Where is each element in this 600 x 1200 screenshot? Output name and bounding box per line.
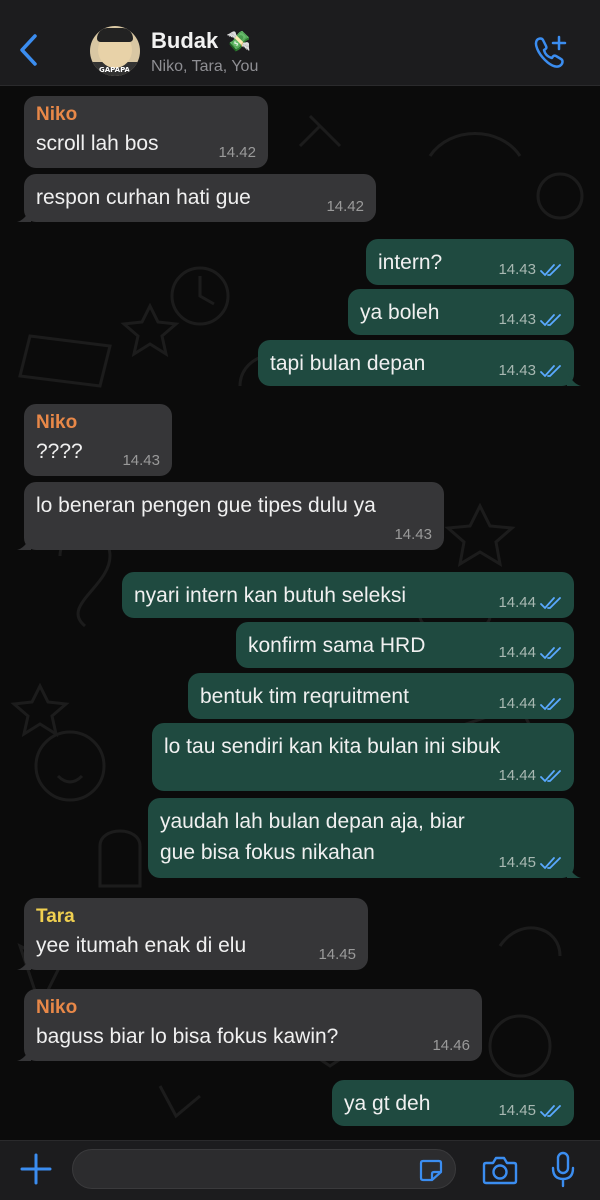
add-call-icon[interactable]	[530, 34, 568, 70]
message-bubble-incoming[interactable]: lo beneran pengen gue tipes dulu ya 14.4…	[17, 482, 444, 550]
message-time: 14.43	[498, 311, 562, 328]
group-members[interactable]: Niko, Tara, You	[151, 58, 258, 76]
message-bubble-incoming[interactable]: Niko baguss biar lo bisa fokus kawin? 14…	[17, 989, 482, 1061]
bubble-tail	[17, 956, 31, 970]
message-bubble-outgoing[interactable]: bentuk tim reqruitment 14.44	[188, 673, 574, 719]
sender-name[interactable]: Niko	[36, 997, 470, 1019]
message-text: ya boleh	[360, 301, 440, 324]
message-text: yee itumah enak di elu	[36, 934, 247, 957]
message-text: lo beneran pengen gue tipes dulu ya	[36, 494, 376, 517]
message-time: 14.44	[498, 695, 562, 712]
camera-icon[interactable]	[482, 1155, 518, 1185]
message-time: 14.44	[498, 767, 562, 784]
double-check-icon	[540, 596, 561, 609]
message-bubble-incoming[interactable]: Niko scroll lah bos 14.42	[24, 96, 268, 168]
double-check-icon	[540, 263, 561, 276]
message-text: konfirm sama HRD	[248, 634, 426, 657]
bubble-tail	[567, 372, 581, 386]
message-time: 14.46	[432, 1037, 470, 1054]
message-bubble-outgoing[interactable]: nyari intern kan butuh seleksi 14.44	[122, 572, 574, 618]
bubble-tail	[17, 536, 31, 550]
double-check-icon	[540, 313, 561, 326]
message-text: scroll lah bos	[36, 132, 159, 155]
message-bubble-outgoing[interactable]: intern? 14.43	[366, 239, 574, 285]
message-text: nyari intern kan butuh seleksi	[134, 584, 406, 607]
message-bubble-incoming[interactable]: Tara yee itumah enak di elu 14.45	[17, 898, 368, 970]
group-avatar[interactable]: GAPAPA	[90, 26, 140, 76]
message-bubble-outgoing[interactable]: lo tau sendiri kan kita bulan ini sibuk …	[152, 723, 574, 791]
message-text: bentuk tim reqruitment	[200, 685, 409, 708]
message-text: lo tau sendiri kan kita bulan ini sibuk	[164, 735, 501, 758]
bubble-tail	[17, 1047, 31, 1061]
message-time: 14.45	[498, 854, 562, 871]
message-time: 14.43	[498, 261, 562, 278]
double-check-icon	[540, 1104, 561, 1117]
group-title[interactable]: Budak 💸	[151, 28, 251, 54]
sender-name[interactable]: Niko	[36, 412, 160, 434]
double-check-icon	[540, 856, 561, 869]
sender-name[interactable]: Niko	[36, 104, 256, 126]
double-check-icon	[540, 364, 561, 377]
double-check-icon	[540, 646, 561, 659]
message-bubble-outgoing[interactable]: tapi bulan depan 14.43	[258, 340, 581, 386]
chat-header: GAPAPA Budak 💸 Niko, Tara, You	[0, 0, 600, 86]
message-time: 14.42	[326, 198, 364, 215]
message-bubble-incoming[interactable]: Niko ???? 14.43	[24, 404, 172, 476]
message-bubble-outgoing[interactable]: ya gt deh 14.45	[332, 1080, 574, 1126]
message-time: 14.42	[218, 144, 256, 161]
message-time: 14.45	[498, 1102, 562, 1119]
message-time: 14.45	[318, 946, 356, 963]
group-name: Budak	[151, 28, 219, 53]
money-emoji: 💸	[226, 30, 252, 53]
double-check-icon	[540, 769, 561, 782]
avatar-tag: GAPAPA	[99, 66, 130, 74]
bubble-tail	[567, 864, 581, 878]
double-check-icon	[540, 697, 561, 710]
message-text: tapi bulan depan	[270, 352, 426, 375]
message-time: 14.43	[498, 362, 562, 379]
chevron-left-icon	[20, 34, 37, 66]
message-text: respon curhan hati gue	[36, 186, 251, 209]
message-text: baguss biar lo bisa fokus kawin?	[36, 1025, 339, 1048]
bubble-tail	[17, 208, 31, 222]
back-button[interactable]	[14, 30, 44, 70]
message-text: intern?	[378, 251, 443, 274]
message-time: 14.43	[394, 526, 432, 543]
plus-icon[interactable]	[18, 1151, 54, 1187]
message-text: ????	[36, 440, 83, 463]
message-time: 14.44	[498, 644, 562, 661]
message-bubble-outgoing[interactable]: ya boleh 14.43	[348, 289, 574, 335]
message-input[interactable]	[72, 1149, 456, 1189]
message-time: 14.44	[498, 594, 562, 611]
microphone-icon[interactable]	[550, 1151, 576, 1189]
message-text: ya gt deh	[344, 1092, 431, 1115]
message-list[interactable]: Niko scroll lah bos 14.42 respon curhan …	[0, 86, 600, 1140]
message-bubble-incoming[interactable]: respon curhan hati gue 14.42	[17, 174, 376, 222]
message-time: 14.43	[122, 452, 160, 469]
message-bubble-outgoing[interactable]: konfirm sama HRD 14.44	[236, 622, 574, 668]
composer-bar	[0, 1140, 600, 1200]
message-bubble-outgoing[interactable]: yaudah lah bulan depan aja, biar gue bis…	[148, 798, 581, 878]
sticker-icon[interactable]	[418, 1158, 444, 1182]
sender-name[interactable]: Tara	[36, 906, 356, 928]
message-text: yaudah lah bulan depan aja, biar gue bis…	[160, 810, 465, 864]
